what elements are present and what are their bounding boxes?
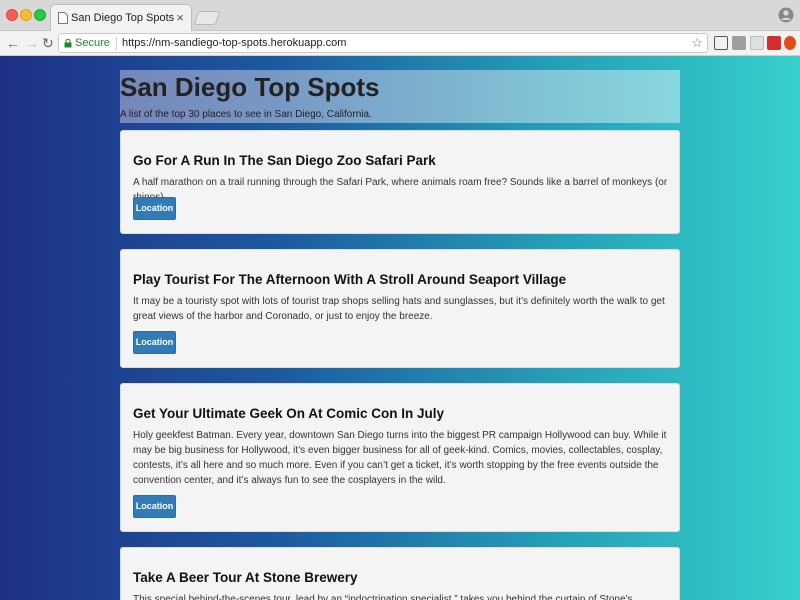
reload-icon[interactable]: ↻ bbox=[42, 35, 54, 51]
spot-title: Go For A Run In The San Diego Zoo Safari… bbox=[133, 153, 436, 168]
spot-title: Play Tourist For The Afternoon With A St… bbox=[133, 272, 567, 287]
spot-description: This special behind-the-scenes tour, lea… bbox=[133, 594, 633, 600]
cast-icon[interactable] bbox=[714, 36, 728, 50]
extension-icon[interactable] bbox=[750, 36, 764, 50]
spot-description: Holy geekfest Batman. Every year, downto… bbox=[133, 430, 667, 486]
spot-title: Take A Beer Tour At Stone Brewery bbox=[133, 570, 358, 585]
close-window-button[interactable] bbox=[6, 9, 18, 21]
browser-tab[interactable]: San Diego Top Spots × bbox=[50, 4, 192, 31]
spot-card: Go For A Run In The San Diego Zoo Safari… bbox=[120, 130, 680, 234]
bookmark-star-icon[interactable]: ☆ bbox=[691, 35, 703, 51]
extension-icon[interactable] bbox=[784, 36, 796, 50]
extension-icon[interactable] bbox=[732, 36, 746, 50]
spot-card: Take A Beer Tour At Stone Brewery This s… bbox=[120, 547, 680, 600]
header-jumbotron: San Diego Top Spots A list of the top 30… bbox=[120, 70, 680, 123]
page-subtitle: A list of the top 30 places to see in Sa… bbox=[120, 109, 372, 120]
url-divider bbox=[116, 37, 117, 50]
extension-icon[interactable] bbox=[767, 36, 781, 50]
spot-card: Get Your Ultimate Geek On At Comic Con I… bbox=[120, 383, 680, 532]
tab-close-icon[interactable]: × bbox=[176, 10, 184, 25]
location-button[interactable]: Location bbox=[133, 331, 176, 354]
new-tab-button[interactable] bbox=[193, 11, 221, 25]
tab-title: San Diego Top Spots bbox=[71, 12, 175, 24]
spot-description: A half marathon on a trail running throu… bbox=[133, 177, 668, 203]
maximize-window-button[interactable] bbox=[34, 9, 46, 21]
minimize-window-button[interactable] bbox=[20, 9, 32, 21]
location-button[interactable]: Location bbox=[133, 495, 176, 518]
secure-label: Secure bbox=[75, 37, 110, 49]
location-button[interactable]: Location bbox=[133, 197, 176, 220]
lock-icon bbox=[64, 39, 72, 48]
address-bar[interactable]: Secure https://nm-sandiego-top-spots.her… bbox=[58, 33, 708, 53]
browser-tab-bar: San Diego Top Spots × bbox=[0, 0, 800, 31]
forward-arrow-icon[interactable]: → bbox=[25, 35, 39, 51]
browser-toolbar: ← → ↻ Secure https://nm-sandiego-top-spo… bbox=[0, 31, 800, 56]
page-viewport: San Diego Top Spots A list of the top 30… bbox=[0, 56, 800, 600]
back-arrow-icon[interactable]: ← bbox=[6, 35, 20, 51]
url-text[interactable]: https://nm-sandiego-top-spots.herokuapp.… bbox=[122, 37, 346, 49]
spot-title: Get Your Ultimate Geek On At Comic Con I… bbox=[133, 406, 445, 421]
page-icon bbox=[58, 12, 68, 24]
spot-description: It may be a touristy spot with lots of t… bbox=[133, 296, 665, 322]
spot-card: Play Tourist For The Afternoon With A St… bbox=[120, 249, 680, 368]
profile-icon[interactable] bbox=[778, 7, 794, 23]
page-title: San Diego Top Spots bbox=[120, 72, 380, 102]
